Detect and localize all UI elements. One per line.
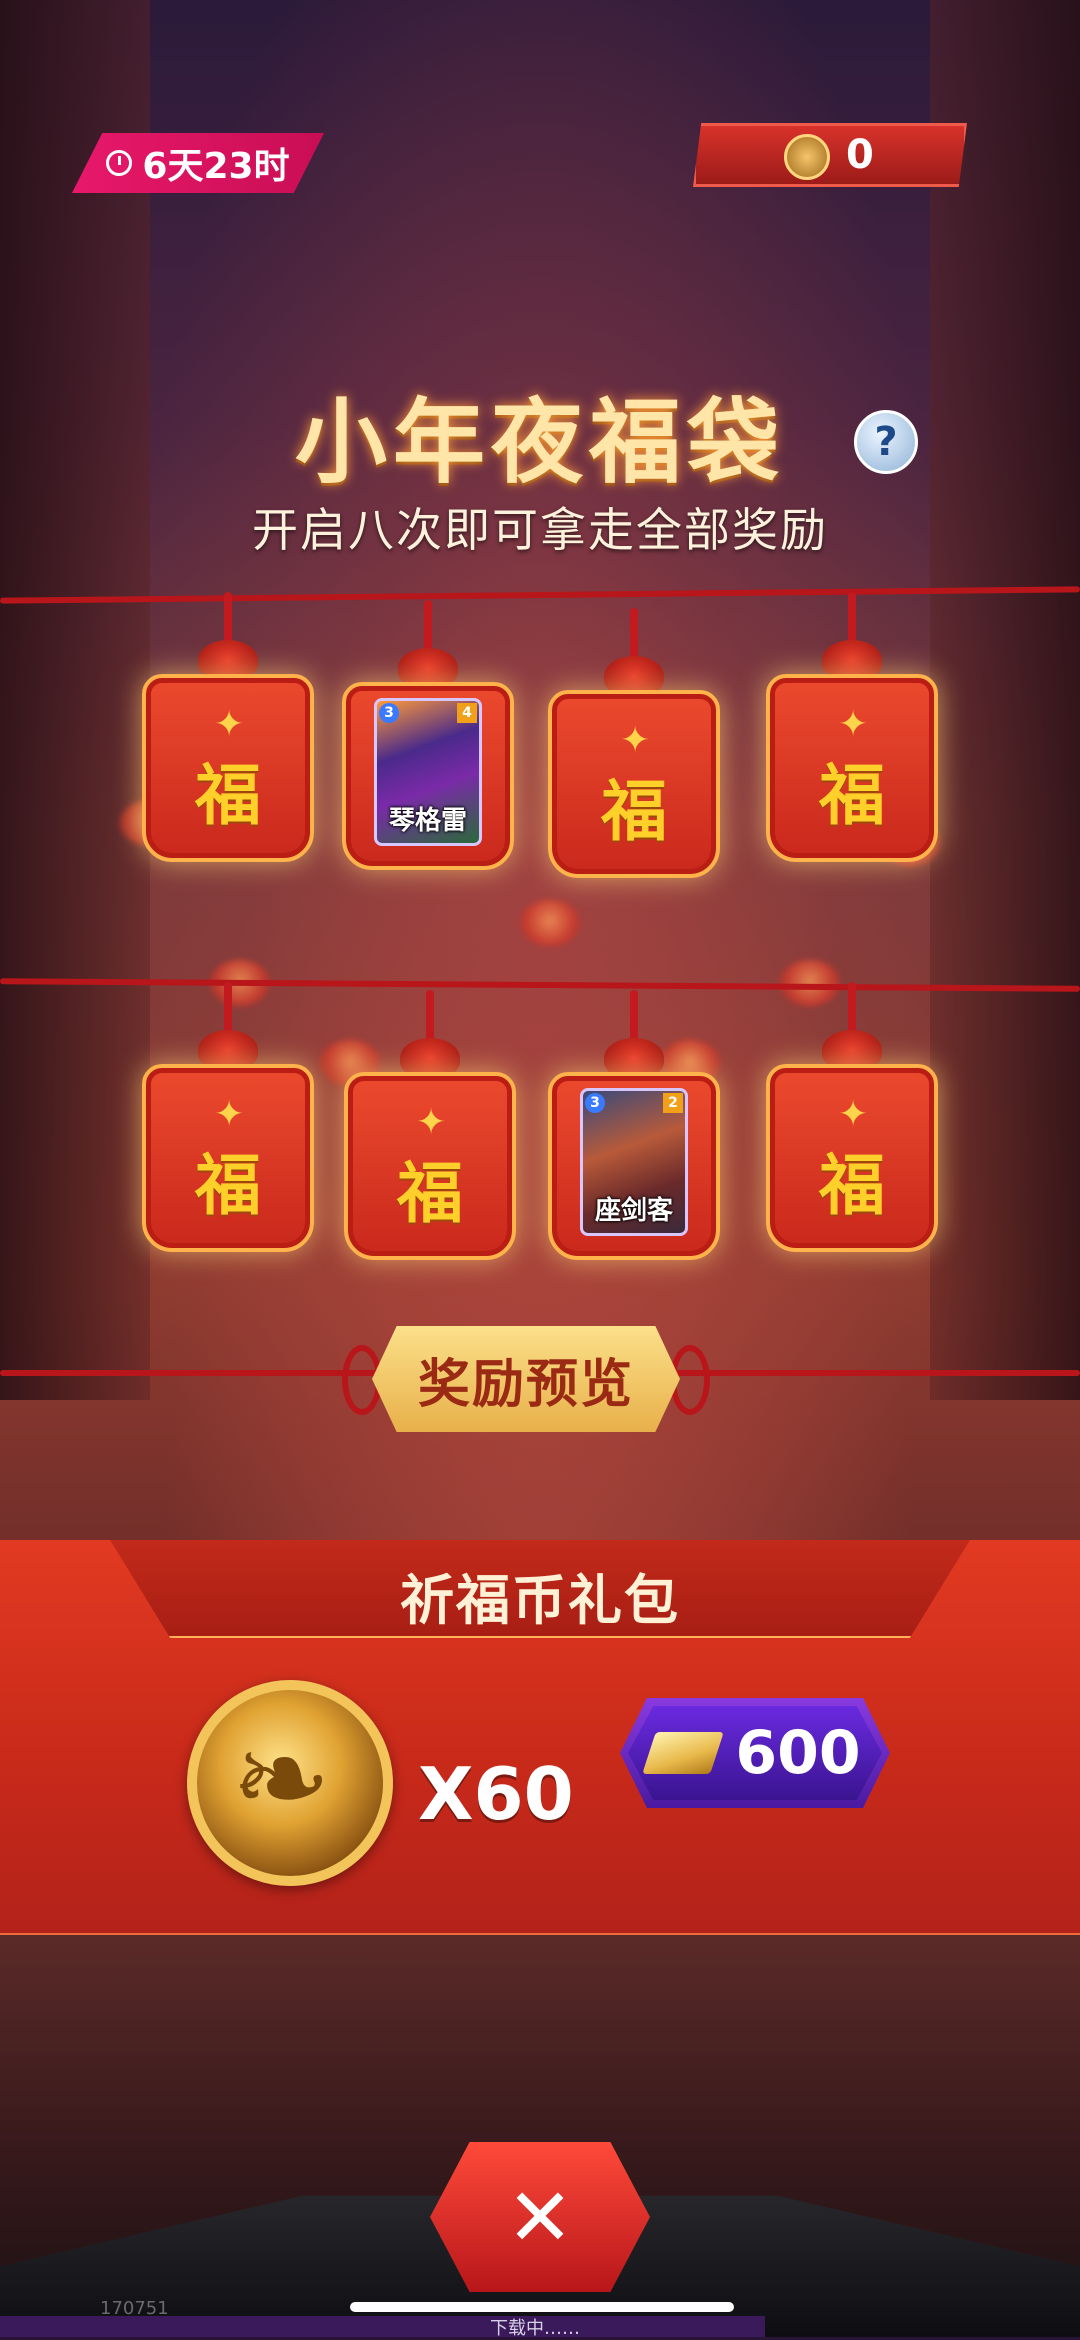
star-icon: ✦ [620, 720, 651, 761]
event-subtitle: 开启八次即可拿走全部奖励 [252, 503, 828, 557]
card-cost: 3 [585, 1093, 605, 1113]
download-status: 下载中…… [490, 2318, 580, 2339]
lucky-bag[interactable]: ✦ 福 [340, 990, 520, 1290]
bag-fu-label: 福 [195, 1146, 261, 1224]
coin-count: 0 [846, 132, 874, 178]
gift-pack-title: 祈福币礼包 [400, 1569, 680, 1632]
bag-fu-label: 福 [397, 1154, 463, 1232]
timer-text: 6天23时 [142, 146, 290, 187]
right-pillar [930, 0, 1080, 1400]
bag-fu-label: 福 [819, 1146, 885, 1224]
event-timer: 6天23时 [72, 133, 324, 193]
gift-pack-price: 600 [735, 1718, 861, 1788]
hero-card[interactable]: 3 2 座剑客 [580, 1088, 688, 1236]
clock-icon [106, 150, 133, 176]
star-icon: ✦ [214, 704, 245, 745]
star-icon: ✦ [838, 1094, 869, 1135]
gold-bar-icon [642, 1732, 725, 1774]
lucky-bag[interactable]: ✦ 福 [544, 608, 724, 908]
card-cost: 3 [379, 703, 399, 723]
card-power: 2 [663, 1093, 683, 1113]
card-name: 座剑客 [594, 1196, 673, 1226]
lucky-bag-opened[interactable]: 3 4 琴格雷 [338, 600, 518, 900]
gift-pack-quantity: X60 [418, 1752, 574, 1836]
bag-fu-label: 福 [601, 772, 667, 850]
star-icon: ✦ [214, 1094, 245, 1135]
reward-preview-label: 奖励预览 [417, 1354, 634, 1415]
lucky-bag[interactable]: ✦ 福 [762, 592, 942, 892]
left-pillar [0, 0, 150, 1400]
star-icon: ✦ [838, 704, 869, 745]
home-indicator[interactable] [350, 2302, 734, 2312]
help-button[interactable]: ? [854, 410, 918, 474]
lucky-bag[interactable]: ✦ 福 [762, 982, 942, 1282]
star-icon: ✦ [416, 1102, 447, 1143]
lucky-bag[interactable]: ✦ 福 [138, 592, 318, 892]
bag-fu-label: 福 [195, 756, 261, 834]
lucky-bag-opened[interactable]: 3 2 座剑客 [544, 990, 724, 1290]
bag-fu-label: 福 [819, 756, 885, 834]
download-progress-bar [0, 2316, 765, 2337]
close-button[interactable]: ✕ [430, 2142, 650, 2292]
lucky-bag[interactable]: ✦ 福 [138, 982, 318, 1282]
card-power: 4 [457, 703, 477, 723]
koi-coin-icon [784, 134, 830, 180]
koi-coin-icon [187, 1680, 393, 1886]
hero-card[interactable]: 3 4 琴格雷 [374, 698, 482, 846]
blessing-coin-counter[interactable]: 0 [693, 123, 967, 187]
close-icon: ✕ [506, 2170, 574, 2264]
event-title: 小年夜福袋 [294, 389, 785, 496]
reward-preview-button[interactable]: 奖励预览 [372, 1326, 680, 1432]
buy-gift-pack-button[interactable]: 600 [628, 1706, 882, 1800]
card-name: 琴格雷 [388, 806, 467, 836]
